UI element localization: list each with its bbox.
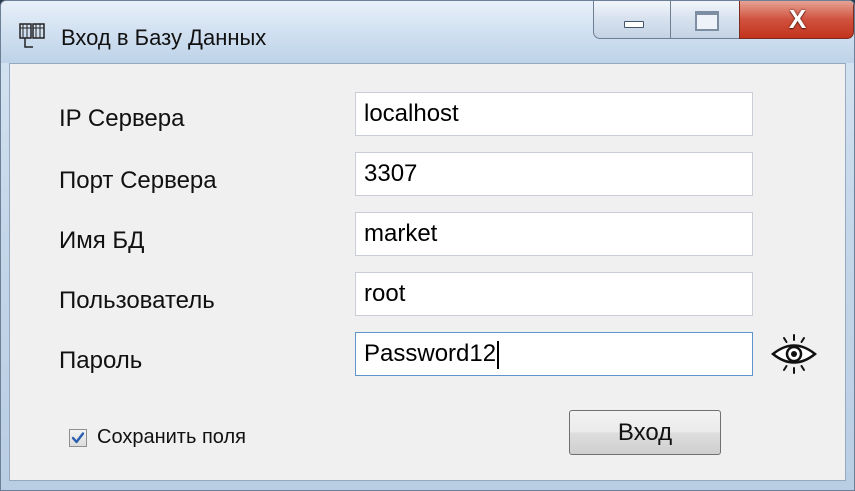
username-label: Пользователь [59, 287, 215, 314]
title-bar[interactable]: Вход в Базу Данных X [1, 1, 854, 63]
maximize-icon [695, 11, 719, 31]
password-input[interactable]: Password12 [355, 332, 753, 376]
eye-icon[interactable] [769, 333, 819, 375]
login-window: Вход в Базу Данных X IP Сервера localhos… [0, 0, 855, 491]
login-button[interactable]: Вход [569, 410, 721, 455]
server-port-input[interactable]: 3307 [355, 152, 753, 196]
database-name-input[interactable]: market [355, 212, 753, 256]
password-value: Password12 [364, 340, 497, 367]
server-ip-input[interactable]: localhost [355, 92, 753, 136]
server-port-label: Порт Сервера [59, 167, 217, 194]
minimize-button[interactable] [593, 1, 671, 39]
close-button[interactable]: X [739, 1, 854, 39]
server-ip-label: IP Сервера [59, 105, 185, 132]
save-fields-label[interactable]: Сохранить поля [97, 426, 246, 449]
app-icon [19, 23, 45, 48]
save-fields-checkbox[interactable] [69, 429, 87, 447]
maximize-button[interactable] [670, 1, 740, 39]
password-label: Пароль [59, 347, 143, 374]
window-title: Вход в Базу Данных [61, 25, 267, 50]
minimize-icon [624, 21, 644, 28]
close-icon: X [788, 4, 807, 34]
username-input[interactable]: root [355, 272, 753, 316]
database-name-label: Имя БД [59, 227, 145, 254]
checkmark-icon [71, 432, 85, 444]
text-caret [497, 340, 500, 369]
